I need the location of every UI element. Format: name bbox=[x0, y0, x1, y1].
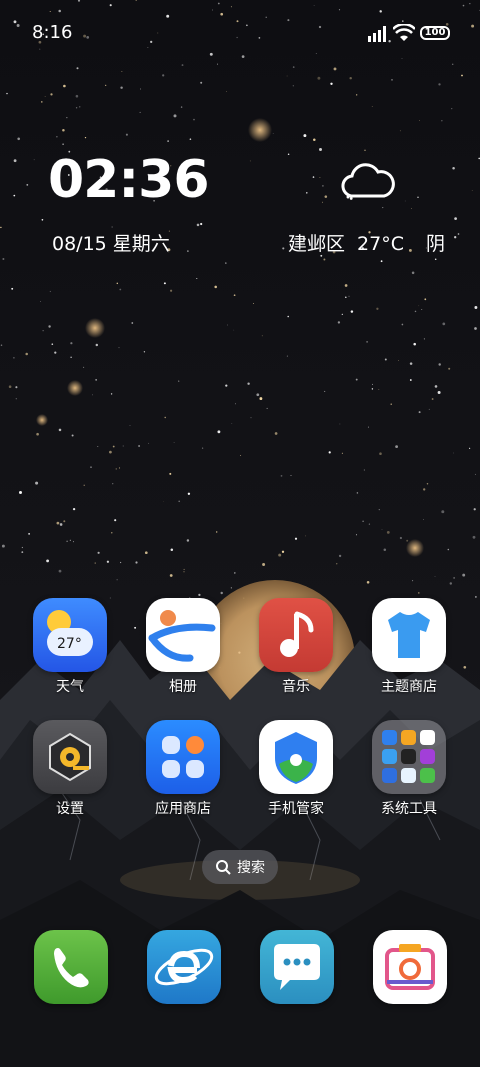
app-music[interactable]: 音乐 bbox=[248, 598, 344, 696]
app-store-icon bbox=[146, 720, 220, 794]
widget-date: 08/15 星期六 bbox=[52, 233, 170, 255]
dock-messages[interactable] bbox=[260, 930, 334, 1004]
app-system-tools-folder[interactable]: 系统工具 bbox=[361, 720, 457, 818]
app-label: 音乐 bbox=[282, 679, 310, 695]
app-label: 系统工具 bbox=[381, 801, 437, 817]
search-icon bbox=[216, 860, 231, 875]
app-label: 主题商店 bbox=[381, 679, 437, 695]
app-label: 设置 bbox=[56, 801, 84, 817]
signal-icon bbox=[368, 26, 386, 42]
settings-icon bbox=[33, 720, 107, 794]
app-gallery[interactable]: 相册 bbox=[135, 598, 231, 696]
messages-icon bbox=[274, 944, 320, 990]
weather-app-badge: 27° bbox=[57, 636, 82, 652]
weather-location: 建邺区 bbox=[288, 233, 346, 255]
app-weather[interactable]: 27° 天气 bbox=[22, 598, 118, 696]
app-phone-manager[interactable]: 手机管家 bbox=[248, 720, 344, 818]
app-theme-store[interactable]: 主题商店 bbox=[361, 598, 457, 696]
app-settings[interactable]: 设置 bbox=[22, 720, 118, 818]
app-app-store[interactable]: 应用商店 bbox=[135, 720, 231, 818]
phone-manager-icon bbox=[259, 720, 333, 794]
dock-browser[interactable] bbox=[147, 930, 221, 1004]
app-label: 相册 bbox=[169, 679, 197, 695]
dock-camera[interactable] bbox=[373, 930, 447, 1004]
system-tools-folder-icon bbox=[372, 720, 446, 794]
weather-app-icon: 27° bbox=[33, 598, 107, 672]
search-label: 搜索 bbox=[237, 860, 265, 876]
app-label: 应用商店 bbox=[155, 801, 211, 817]
status-bar: 8:16 100 bbox=[0, 0, 480, 60]
widget-weather[interactable]: 建邺区 27°C 阴 bbox=[288, 229, 445, 256]
battery-level: 100 bbox=[424, 27, 446, 38]
weather-condition: 阴 bbox=[425, 233, 445, 255]
dock-phone[interactable] bbox=[34, 930, 108, 1004]
search-button[interactable]: 搜索 bbox=[202, 850, 278, 884]
status-time: 8:16 bbox=[32, 22, 73, 43]
app-label: 天气 bbox=[56, 679, 84, 695]
app-label: 手机管家 bbox=[268, 801, 324, 817]
widget-clock[interactable]: 02:36 bbox=[48, 150, 210, 210]
battery-icon: 100 bbox=[420, 26, 450, 40]
theme-store-icon bbox=[372, 598, 446, 672]
camera-icon bbox=[385, 944, 435, 990]
cloud-icon[interactable] bbox=[340, 162, 396, 202]
music-icon bbox=[259, 598, 333, 672]
wifi-icon bbox=[393, 24, 415, 41]
weather-temperature: 27°C bbox=[357, 233, 404, 255]
browser-icon bbox=[154, 948, 214, 986]
phone-icon bbox=[54, 948, 89, 988]
gallery-icon bbox=[146, 598, 220, 672]
